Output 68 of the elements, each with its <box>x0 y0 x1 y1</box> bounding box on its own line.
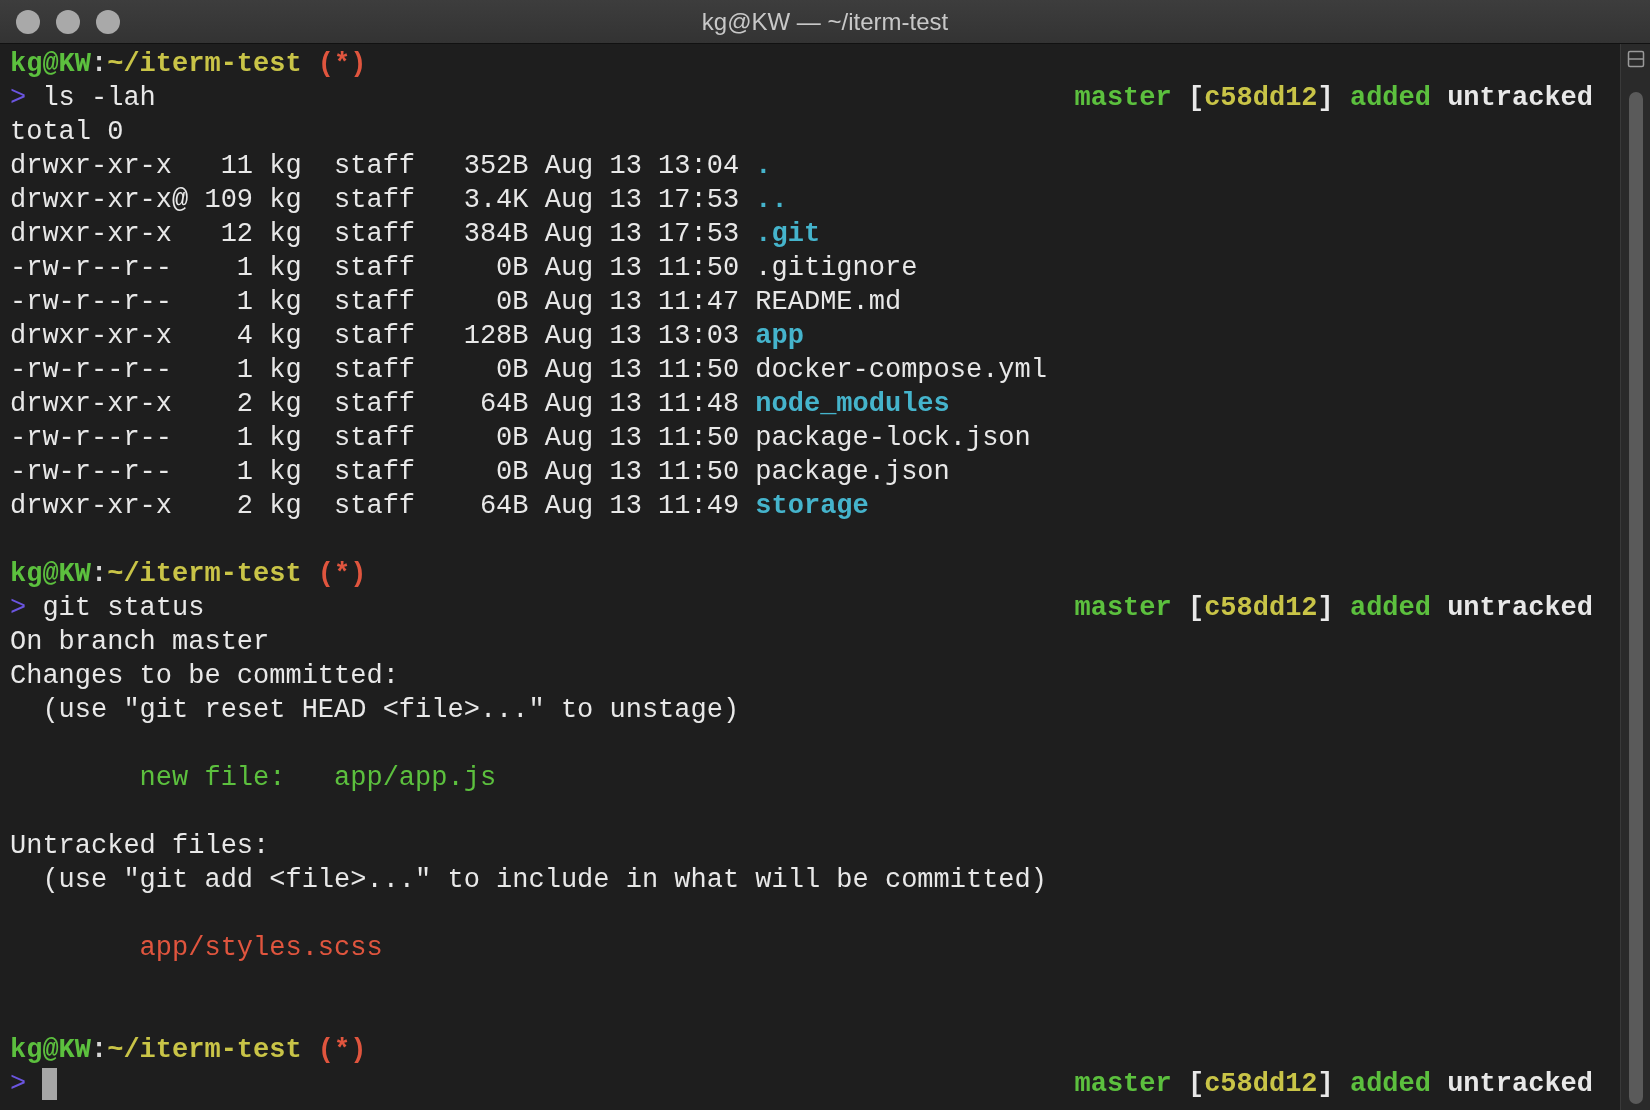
bracket: [ <box>1186 82 1205 115</box>
terminal-text: -rw-r--r-- 1 kg staff 0B Aug 13 11:47 README.md <box>10 286 902 319</box>
scrollbar-thumb[interactable] <box>1628 92 1643 1104</box>
bracket: [ <box>1186 592 1205 625</box>
added-status: added <box>1348 592 1431 625</box>
directory-name: storage <box>755 490 869 523</box>
branch-name: master <box>1074 1068 1172 1101</box>
prompt-separator: : <box>91 1034 108 1067</box>
prompt-path: ~/iterm-test <box>107 1034 303 1067</box>
terminal-text: ls -lah <box>41 82 156 115</box>
prompt-user: kg@KW <box>10 558 91 591</box>
terminal-text: drwxr-xr-x 4 kg staff 128B Aug 13 13:03 <box>10 320 741 353</box>
prompt-path: ~/iterm-test <box>107 558 303 591</box>
terminal-text: drwxr-xr-x 12 kg staff 384B Aug 13 17:53 <box>10 218 741 251</box>
terminal-text: drwxr-xr-x@ 109 kg staff 3.4K Aug 13 17:53 <box>10 184 741 217</box>
branch-name: master <box>1074 592 1172 625</box>
untracked-status: untracked <box>1446 1068 1593 1101</box>
branch-name: master <box>1074 82 1172 115</box>
bracket: [ <box>1186 1068 1205 1101</box>
untracked-status: untracked <box>1446 592 1593 625</box>
prompt-separator: : <box>91 558 108 591</box>
prompt-separator: : <box>91 48 108 81</box>
untracked-status: untracked <box>1446 82 1593 115</box>
close-button[interactable] <box>16 10 40 34</box>
terminal-text: drwxr-xr-x 11 kg staff 352B Aug 13 13:04 <box>10 150 741 183</box>
terminal-text: (use "git add <file>..." to include in what will be committed) <box>41 864 1047 897</box>
terminal-text: git status <box>41 592 205 625</box>
added-status: added <box>1348 82 1431 115</box>
commit-hash: c58dd12 <box>1204 592 1318 625</box>
terminal-text: total 0 <box>10 116 124 149</box>
prompt-arrow: > <box>10 592 27 625</box>
dirty-marker: (*) <box>317 48 367 81</box>
commit-hash: c58dd12 <box>1204 82 1318 115</box>
directory-name: app <box>755 320 804 353</box>
directory-name: .. <box>755 184 788 217</box>
directory-name: . <box>755 150 772 183</box>
split-pane-icon[interactable] <box>1626 50 1645 68</box>
terminal-text: drwxr-xr-x 2 kg staff 64B Aug 13 11:49 <box>10 490 741 523</box>
prompt-user: kg@KW <box>10 1034 91 1067</box>
terminal-text: -rw-r--r-- 1 kg staff 0B Aug 13 11:50 package.json <box>10 456 950 489</box>
terminal-text: On branch master <box>10 626 270 659</box>
prompt-user: kg@KW <box>10 48 91 81</box>
staged-file: new file: app/app.js <box>138 762 497 795</box>
bracket: ] <box>1317 592 1334 625</box>
text-cursor <box>42 1068 58 1100</box>
untracked-file: app/styles.scss <box>138 932 383 965</box>
terminal-text: drwxr-xr-x 2 kg staff 64B Aug 13 11:48 <box>10 388 741 421</box>
directory-name: node_modules <box>755 388 950 421</box>
terminal-text: -rw-r--r-- 1 kg staff 0B Aug 13 11:50 .gitignore <box>10 252 918 285</box>
directory-name: .git <box>755 218 821 251</box>
dirty-marker: (*) <box>317 558 367 591</box>
terminal-text: Untracked files: <box>10 830 270 863</box>
bracket: ] <box>1317 82 1334 115</box>
terminal-text: Changes to be committed: <box>10 660 399 693</box>
minimize-button[interactable] <box>56 10 80 34</box>
scrollbar[interactable] <box>1620 44 1650 1110</box>
zoom-button[interactable] <box>96 10 120 34</box>
terminal-text: -rw-r--r-- 1 kg staff 0B Aug 13 11:50 package-lock.json <box>10 422 1031 455</box>
prompt-arrow: > <box>10 1068 27 1101</box>
terminal-text: (use "git reset HEAD <file>..." to unstage) <box>41 694 740 727</box>
window-title: kg@KW — ~/iterm-test <box>701 7 949 36</box>
bracket: ] <box>1317 1068 1334 1101</box>
added-status: added <box>1348 1068 1431 1101</box>
prompt-path: ~/iterm-test <box>107 48 303 81</box>
dirty-marker: (*) <box>317 1034 367 1067</box>
terminal-text: -rw-r--r-- 1 kg staff 0B Aug 13 11:50 docker-compose.yml <box>10 354 1047 387</box>
commit-hash: c58dd12 <box>1204 1068 1318 1101</box>
prompt-arrow: > <box>10 82 27 115</box>
